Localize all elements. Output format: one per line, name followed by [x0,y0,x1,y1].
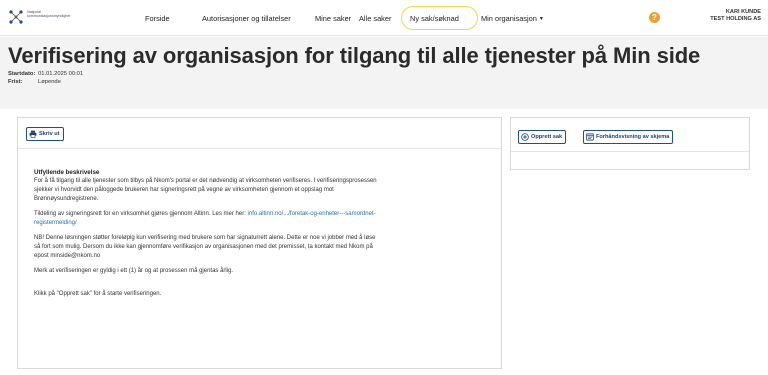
printer-icon [29,130,37,138]
nkom-logo[interactable]: Nasjonal kommunikasjonsmyndighet [8,9,78,27]
user-name: KARI KUNDE [725,9,761,15]
print-button-label: Skriv ut [39,131,60,137]
chevron-down-icon: ▼ [538,16,544,22]
create-case-label: Opprett sak [531,134,563,140]
startdato-label: Startdato: [8,71,36,77]
nkom-logo-icon [9,10,23,24]
plus-circle-icon [521,133,529,141]
nav-alle-saker[interactable]: Alle saker [359,11,391,27]
page-title: Verifisering av organisasjon for tilgang… [8,43,701,68]
nav-min-organisasjon[interactable]: Min organisasjon ▼ [481,11,544,27]
nav-min-organisasjon-label: Min organisasjon [481,14,537,23]
create-case-button[interactable]: Opprett sak [518,130,567,144]
nav-autorisasjoner[interactable]: Autorisasjoner og tillatelser [202,11,291,27]
description-content: Utfyllende beskrivelse For å få tilgang … [34,168,379,305]
form-preview-icon [586,133,594,141]
frist-label: Frist: [8,78,23,85]
startdato-row: Startdato: 01.01.2025 00:01 [8,71,83,79]
actions-divider [511,151,749,152]
description-paragraph-2: Tildeling av signeringsrett for en virks… [34,210,379,228]
form-preview-label: Forhåndsvisning av skjema [596,134,670,140]
frist-value: Løpende [38,78,61,85]
description-heading: Utfyllende beskrivelse [34,169,100,176]
user-organization: TEST HOLDING AS [710,16,761,22]
form-preview-button[interactable]: Forhåndsvisning av skjema [583,130,674,144]
print-button[interactable]: Skriv ut [26,127,64,141]
altinn-text: Tildeling av signeringsrett for en virks… [34,210,248,217]
startdato-value: 01.01.2025 00:01 [38,71,84,77]
nav-highlight-marker [401,6,478,30]
description-toolbar: Skriv ut [18,118,501,149]
description-paragraph-1: For å få tilgang til alle tjenester som … [34,178,377,202]
user-menu[interactable]: KARI KUNDE TEST HOLDING AS [710,9,761,23]
description-paragraph-3: NB! Denne løsningen støtter foreløpig ku… [34,234,376,259]
description-paragraph-5: Klikk på "Opprett sak" for å starte veri… [34,290,162,297]
help-icon[interactable]: ? [649,12,660,23]
description-panel: Skriv ut Utfyllende beskrivelse For å få… [17,117,502,369]
logo-text: Nasjonal kommunikasjonsmyndighet [27,10,71,19]
frist-row: Frist: Løpende [8,79,83,87]
case-meta: Startdato: 01.01.2025 00:01 Frist: Løpende [8,71,83,86]
actions-panel: Opprett sak Forhåndsvisning av skjema [510,117,750,170]
top-navigation-bar: Nasjonal kommunikasjonsmyndighet Forside… [0,0,768,36]
nav-forside[interactable]: Forside [145,11,170,27]
description-paragraph-4: Merk at verifiseringen er gyldig i ett (… [34,267,234,274]
nav-mine-saker[interactable]: Mine saker [315,11,351,27]
